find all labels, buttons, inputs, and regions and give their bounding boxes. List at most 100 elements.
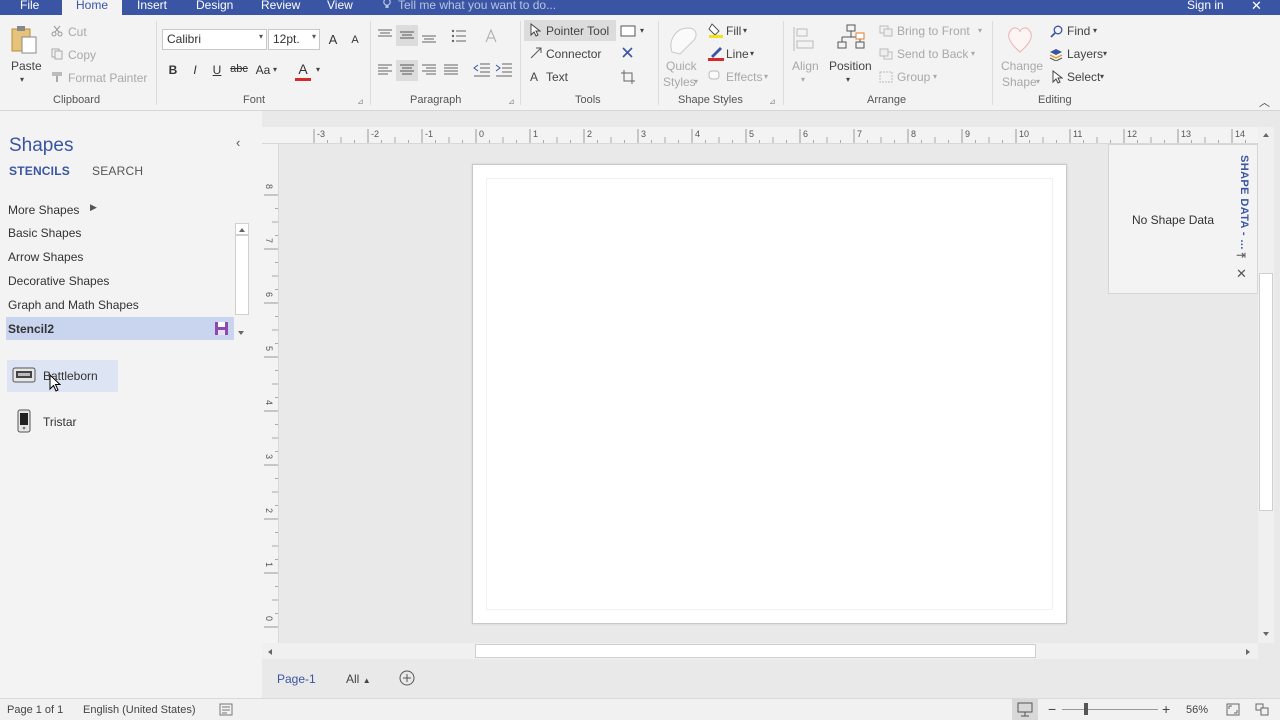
font-color-button[interactable]: A	[294, 61, 312, 77]
paste-dropdown-icon[interactable]: ▾	[20, 75, 24, 84]
horizontal-scrollbar[interactable]	[262, 643, 1258, 659]
tab-page-1[interactable]: Page-1	[277, 672, 316, 686]
align-button[interactable]: Align	[792, 59, 819, 73]
collapse-panel-icon[interactable]: ‹	[236, 135, 240, 150]
quick-styles-button[interactable]: Quick	[666, 59, 697, 73]
increase-indent-icon[interactable]	[495, 62, 513, 81]
quick-styles-icon[interactable]	[666, 24, 700, 61]
change-shape-button[interactable]: Change	[1001, 59, 1043, 73]
underline-button[interactable]: U	[208, 63, 226, 77]
stencil-graph-math-shapes[interactable]: Graph and Math Shapes	[8, 298, 139, 312]
align-bottom-icon[interactable]	[421, 28, 437, 47]
tab-insert[interactable]: Insert	[137, 0, 167, 12]
language-status[interactable]: English (United States)	[83, 704, 196, 716]
connection-point-icon[interactable]	[620, 69, 636, 88]
send-to-back-button[interactable]: Send to Back	[897, 47, 968, 61]
align-left-icon[interactable]	[377, 63, 393, 80]
font-family-select[interactable]: Calibri ▾	[162, 29, 267, 50]
align-middle-button[interactable]	[396, 25, 418, 46]
zoom-slider-track[interactable]	[1062, 709, 1158, 710]
strikethrough-button[interactable]: abc	[228, 63, 250, 75]
dialog-launcher-icon[interactable]: ⊿	[769, 97, 776, 106]
tab-home[interactable]: Home	[62, 0, 123, 15]
tell-me-input[interactable]: Tell me what you want to do...	[398, 0, 556, 12]
bring-to-front-button[interactable]: Bring to Front	[897, 24, 970, 38]
select-button[interactable]: Select	[1067, 70, 1100, 84]
scroll-left-button[interactable]	[265, 646, 275, 660]
change-case-button[interactable]: Aa	[252, 63, 274, 77]
position-button[interactable]: Position	[829, 59, 872, 73]
text-tool-button[interactable]: Text	[546, 70, 568, 84]
cut-button[interactable]: Cut	[68, 25, 87, 39]
scroll-right-button[interactable]	[1243, 646, 1253, 660]
sign-in-link[interactable]: Sign in	[1187, 0, 1224, 12]
zoom-in-button[interactable]: +	[1162, 701, 1170, 717]
stencil-arrow-shapes[interactable]: Arrow Shapes	[8, 250, 83, 264]
effects-button[interactable]: Effects	[726, 70, 762, 84]
switch-windows-icon[interactable]	[1255, 703, 1269, 719]
fit-page-icon[interactable]	[1226, 703, 1240, 719]
scroll-up-button[interactable]	[235, 223, 249, 235]
line-button[interactable]: Line	[726, 47, 749, 61]
add-page-icon[interactable]	[399, 670, 415, 689]
page-number-status[interactable]: Page 1 of 1	[7, 704, 63, 716]
grow-font-button[interactable]: A	[324, 32, 342, 47]
tab-stencils[interactable]: STENCILS	[9, 164, 70, 178]
macro-recording-icon[interactable]	[219, 703, 233, 719]
save-icon[interactable]	[214, 321, 229, 339]
fill-button[interactable]: Fill	[726, 24, 741, 38]
zoom-out-button[interactable]: −	[1048, 701, 1056, 717]
paste-icon[interactable]	[10, 25, 38, 58]
stencil-list-scrollbar[interactable]	[235, 223, 249, 341]
chevron-down-icon[interactable]: ▾	[640, 26, 644, 35]
change-shape-icon[interactable]	[1004, 24, 1036, 59]
tab-design[interactable]: Design	[196, 0, 233, 12]
decrease-indent-icon[interactable]	[473, 62, 491, 81]
font-size-select[interactable]: 12pt. ▾	[268, 29, 320, 50]
format-painter-button[interactable]: Format Painter	[68, 71, 147, 85]
align-center-button[interactable]	[396, 60, 418, 81]
all-pages-button[interactable]: All ▲	[346, 672, 371, 686]
close-window-button[interactable]: ✕	[1251, 0, 1262, 14]
find-button[interactable]: Find	[1067, 24, 1090, 38]
align-top-icon[interactable]	[377, 28, 393, 45]
scroll-up-button[interactable]	[1260, 129, 1272, 143]
align-icon[interactable]	[792, 25, 816, 56]
paste-button[interactable]: Paste	[11, 59, 42, 73]
file-menu[interactable]: File	[20, 0, 39, 12]
bullets-icon[interactable]	[451, 28, 467, 47]
justify-icon[interactable]	[443, 63, 459, 80]
close-icon[interactable]	[621, 46, 634, 62]
scroll-thumb[interactable]	[1259, 273, 1273, 511]
more-shapes-item[interactable]: More Shapes	[8, 203, 79, 217]
stencil-stencil2[interactable]: Stencil2	[6, 317, 234, 340]
connector-button[interactable]: Connector	[546, 47, 601, 61]
scroll-down-button[interactable]	[235, 327, 249, 339]
bold-button[interactable]: B	[164, 63, 182, 77]
stencil-decorative-shapes[interactable]: Decorative Shapes	[8, 274, 109, 288]
position-icon[interactable]	[837, 24, 865, 57]
dialog-launcher-icon[interactable]: ⊿	[357, 97, 364, 106]
copy-button[interactable]: Copy	[68, 48, 96, 62]
layers-button[interactable]: Layers	[1067, 47, 1103, 61]
drawing-page[interactable]	[472, 164, 1067, 624]
master-shape-battleborn[interactable]: Battleborn	[7, 360, 118, 392]
shape-data-title[interactable]: SHAPE DATA - ...	[1238, 155, 1250, 250]
rectangle-icon[interactable]	[620, 25, 636, 40]
pin-icon[interactable]: ⇥	[1236, 248, 1246, 262]
group-button[interactable]: Group	[897, 70, 930, 84]
tab-view[interactable]: View	[327, 0, 353, 12]
close-icon[interactable]: ✕	[1236, 266, 1247, 282]
align-right-icon[interactable]	[421, 63, 437, 80]
text-direction-icon[interactable]	[483, 28, 499, 47]
collapse-ribbon-icon[interactable]: ︿	[1259, 94, 1270, 110]
zoom-slider-thumb[interactable]	[1084, 703, 1088, 715]
dialog-launcher-icon[interactable]: ⊿	[508, 97, 515, 106]
master-shape-tristar[interactable]: Tristar	[7, 406, 118, 438]
italic-button[interactable]: I	[186, 63, 204, 77]
scroll-thumb[interactable]	[235, 235, 249, 315]
zoom-level[interactable]: 56%	[1186, 704, 1208, 716]
vertical-scrollbar[interactable]	[1258, 127, 1274, 643]
stencil-basic-shapes[interactable]: Basic Shapes	[8, 226, 81, 240]
presentation-mode-button[interactable]	[1012, 699, 1038, 720]
